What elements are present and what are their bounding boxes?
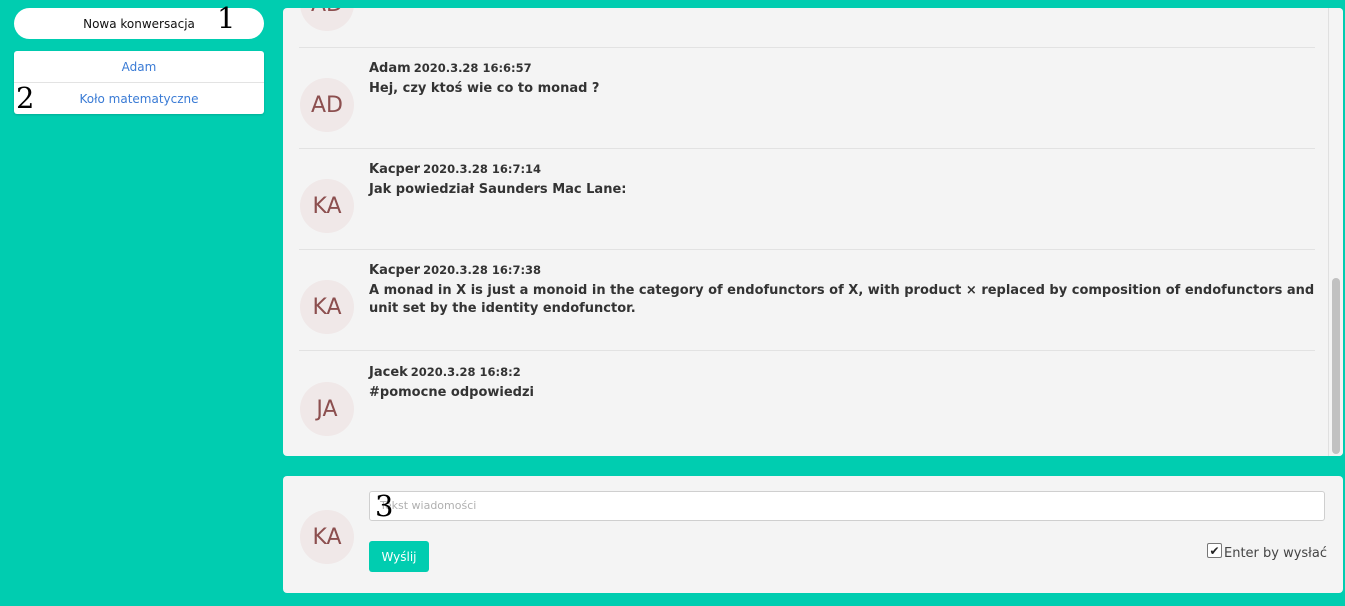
avatar: AD — [300, 78, 354, 132]
messages-panel: AD AD Adam2020.3.28 16:6:57 Hej, czy kto… — [283, 8, 1343, 456]
message-timestamp: 2020.3.28 16:8:2 — [410, 365, 521, 379]
message-timestamp: 2020.3.28 16:6:57 — [413, 61, 532, 75]
message-text: Hej, czy ktoś wie co to monad ? — [369, 81, 600, 96]
message-timestamp: 2020.3.28 16:7:14 — [423, 162, 542, 176]
message-text: Jak powiedział Saunders Mac Lane: — [369, 182, 627, 197]
avatar: AD — [300, 8, 354, 31]
message-item: AD — [299, 8, 1315, 48]
avatar: KA — [300, 510, 354, 564]
avatar: KA — [300, 280, 354, 334]
message-author: Jacek — [369, 365, 408, 380]
message-item: KA Kacper 2020.3.28 16:7:14 Jak powiedzia… — [299, 148, 1315, 250]
scrollbar-thumb[interactable] — [1332, 278, 1340, 454]
message-author: Kacper — [369, 162, 421, 177]
message-item: AD Adam 2020.3.28 16:6:57 Hej, czy ktoś w… — [299, 47, 1315, 149]
marker-3: 3 — [375, 489, 394, 523]
message-author: Adam — [369, 61, 411, 76]
enter-to-send-option[interactable]: ✔ Enter by wysłać — [1206, 543, 1327, 561]
messages-scrollbar[interactable] — [1328, 8, 1343, 456]
marker-2: 2 — [16, 81, 35, 115]
send-button[interactable]: Wyślij — [369, 541, 429, 572]
message-input[interactable] — [369, 491, 1325, 521]
message-author: Kacper — [369, 263, 421, 278]
message-timestamp: 2020.3.28 16:7:38 — [423, 263, 542, 277]
conversation-item-adam[interactable]: Adam — [14, 51, 264, 83]
avatar: KA — [300, 179, 354, 233]
message-text: #pomocne odpowiedzi — [369, 385, 534, 400]
compose-panel: KA Wyślij ✔ Enter by wysłać — [283, 476, 1343, 593]
conversation-item-kolo-matematyczne[interactable]: Koło matematyczne — [14, 83, 264, 114]
message-text: A monad in X is just a monoid in the cat… — [369, 283, 1315, 316]
marker-1: 1 — [217, 1, 236, 35]
message-item: JA Jacek 2020.3.28 16:8:2 #pomocne odpowi… — [299, 351, 1315, 452]
enter-to-send-checkbox[interactable]: ✔ — [1206, 543, 1222, 558]
conversation-list: Adam Koło matematyczne — [14, 51, 264, 114]
enter-to-send-label: Enter by wysłać — [1223, 546, 1327, 561]
avatar: JA — [300, 382, 354, 436]
message-item: KA Kacper 2020.3.28 16:7:38 A monad in X … — [299, 249, 1315, 351]
